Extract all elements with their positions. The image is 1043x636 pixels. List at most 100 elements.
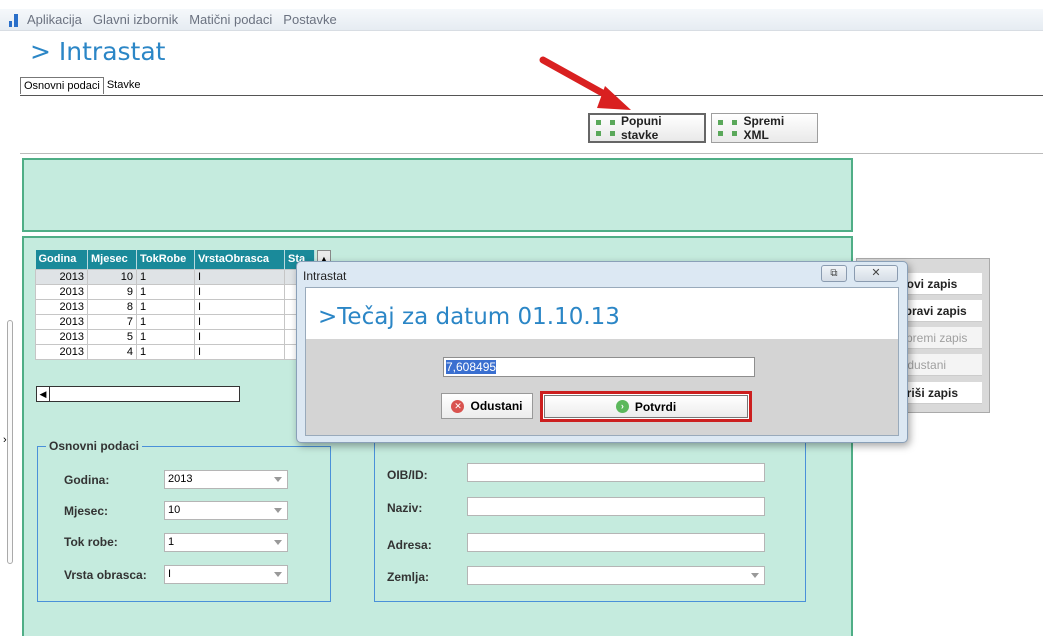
odustani-button[interactable]: Odustani [896, 354, 982, 376]
cell-vrstaobrasca: I [194, 283, 285, 300]
dialog-body: >Tečaj za datum 01.10.13 7,608495 ✕ Odus… [305, 287, 899, 436]
mjesec-select[interactable]: 10 [164, 501, 288, 520]
restore-icon[interactable]: ⧉ [821, 265, 847, 282]
table-row[interactable]: 2013 8 1 I [35, 298, 315, 315]
exchange-rate-input[interactable]: 7,608495 [443, 357, 755, 377]
adresa-label: Adresa: [387, 538, 432, 552]
cell-vrstaobrasca: I [194, 328, 285, 345]
column-header-vrstaobrasca[interactable]: VrstaObrasca [194, 250, 285, 269]
cell-tokrobe: 1 [136, 283, 195, 300]
osnovni-podaci-group: Osnovni podaci Godina: 2013 Mjesec: 10 T… [37, 439, 331, 602]
menu-item-maticni-podaci[interactable]: Matični podaci [189, 12, 272, 27]
chevron-down-icon [274, 477, 282, 482]
chevron-down-icon [274, 572, 282, 577]
tok-robe-value: 1 [168, 536, 175, 548]
cell-mjesec: 7 [87, 313, 137, 330]
menu-item-glavni-izbornik[interactable]: Glavni izbornik [93, 12, 178, 27]
app-logo-icon [9, 13, 19, 27]
cancel-icon: ✕ [451, 399, 465, 413]
confirm-label: Potvrdi [634, 399, 677, 414]
dialog-title: Intrastat [303, 269, 347, 283]
expand-icon [718, 120, 738, 136]
cell-mjesec: 9 [87, 283, 137, 300]
spremi-xml-label: Spremi XML [743, 114, 785, 142]
potvrdi-button[interactable]: › Potvrdi [544, 395, 748, 418]
cell-godina: 2013 [35, 283, 88, 300]
cell-vrstaobrasca: I [194, 298, 285, 315]
cell-godina: 2013 [35, 313, 88, 330]
cancel-label: Odustani [470, 399, 523, 413]
godina-select[interactable]: 2013 [164, 470, 288, 489]
tab-stavke[interactable]: Stavke [103, 77, 144, 94]
vrsta-obrasca-select[interactable]: I [164, 565, 288, 584]
table-row[interactable]: 2013 5 1 I [35, 328, 315, 345]
confirm-icon: › [615, 400, 629, 413]
cell-mjesec: 8 [87, 298, 137, 315]
tab-divider [20, 95, 1043, 96]
cell-vrstaobrasca: I [194, 343, 285, 360]
exchange-rate-value: 7,608495 [446, 360, 497, 374]
godina-label: Godina: [64, 473, 110, 487]
spremi-zapis-button[interactable]: Spremi zapis [896, 327, 982, 349]
toolbar-divider [20, 153, 1043, 154]
cell-tokrobe: 1 [136, 298, 195, 315]
cell-godina: 2013 [35, 268, 88, 285]
oib-field[interactable] [467, 463, 765, 482]
column-header-tokrobe[interactable]: TokRobe [136, 250, 195, 269]
menu-bar: Aplikacija Glavni izbornik Matični podac… [0, 9, 1043, 31]
mjesec-label: Mjesec: [64, 504, 109, 518]
vrsta-obrasca-value: I [168, 568, 172, 580]
partner-group: OIB/ID: Naziv: Adresa: Zemlja: [374, 440, 806, 602]
exchange-rate-dialog: Intrastat ⧉ ✕ >Tečaj za datum 01.10.13 7… [296, 261, 908, 443]
godina-value: 2013 [168, 473, 193, 485]
dialog-heading: >Tečaj za datum 01.10.13 [318, 304, 620, 330]
cell-vrstaobrasca: I [194, 313, 285, 330]
zemlja-label: Zemlja: [387, 570, 430, 584]
cell-godina: 2013 [35, 328, 88, 345]
table-row[interactable]: 2013 10 1 I [35, 268, 315, 285]
close-icon[interactable]: ✕ [854, 265, 898, 282]
menu-item-postavke[interactable]: Postavke [283, 12, 336, 27]
spremi-xml-button[interactable]: Spremi XML [711, 113, 818, 143]
dialog-form-area: 7,608495 ✕ Odustani › Potvrdi [306, 339, 898, 435]
cell-godina: 2013 [35, 298, 88, 315]
cell-tokrobe: 1 [136, 268, 195, 285]
odustani-dialog-button[interactable]: ✕ Odustani [441, 393, 533, 419]
column-header-godina[interactable]: Godina [35, 250, 88, 269]
table-row[interactable]: 2013 9 1 I [35, 283, 315, 300]
naziv-label: Naziv: [387, 501, 423, 515]
tab-bar: Osnovni podaci Stavke [20, 77, 144, 94]
page-title: > Intrastat [30, 37, 166, 66]
red-arrow-annotation [539, 56, 631, 110]
cell-vrstaobrasca: I [194, 268, 285, 285]
scroll-left-icon[interactable]: ◀ [37, 387, 50, 401]
column-header-mjesec[interactable]: Mjesec [87, 250, 137, 269]
zemlja-select[interactable] [467, 566, 765, 585]
table-row[interactable]: 2013 7 1 I [35, 313, 315, 330]
popuni-stavke-button[interactable]: Popuni stavke [588, 113, 706, 143]
records-grid[interactable]: Godina Mjesec TokRobe VrstaObrasca Sta 2… [35, 250, 331, 360]
ispravi-zapis-button[interactable]: spravi zapis [896, 300, 982, 322]
group-legend: Osnovni podaci [46, 439, 143, 453]
sidebar-collapse-handle[interactable] [7, 320, 13, 564]
potvrdi-highlight: › Potvrdi [540, 391, 752, 422]
cell-mjesec: 5 [87, 328, 137, 345]
table-row[interactable]: 2013 4 1 I [35, 343, 315, 360]
cell-tokrobe: 1 [136, 313, 195, 330]
tab-osnovni-podaci[interactable]: Osnovni podaci [20, 77, 104, 94]
menu-item-aplikacija[interactable]: Aplikacija [27, 12, 82, 27]
adresa-field[interactable] [467, 533, 765, 552]
naziv-field[interactable] [467, 497, 765, 516]
expand-icon [596, 120, 615, 136]
popuni-stavke-label: Popuni stavke [620, 114, 662, 142]
cell-tokrobe: 1 [136, 343, 195, 360]
chevron-down-icon [751, 573, 759, 578]
novi-zapis-button[interactable]: Novi zapis [896, 273, 982, 295]
chevron-right-icon[interactable]: › [3, 434, 7, 446]
horizontal-scrollbar[interactable]: ◀ [36, 386, 240, 402]
brisi-zapis-button[interactable]: Briši zapis [896, 382, 982, 404]
chevron-down-icon [274, 540, 282, 545]
cell-mjesec: 4 [87, 343, 137, 360]
tok-robe-select[interactable]: 1 [164, 533, 288, 552]
vrsta-obrasca-label: Vrsta obrasca: [64, 568, 147, 582]
